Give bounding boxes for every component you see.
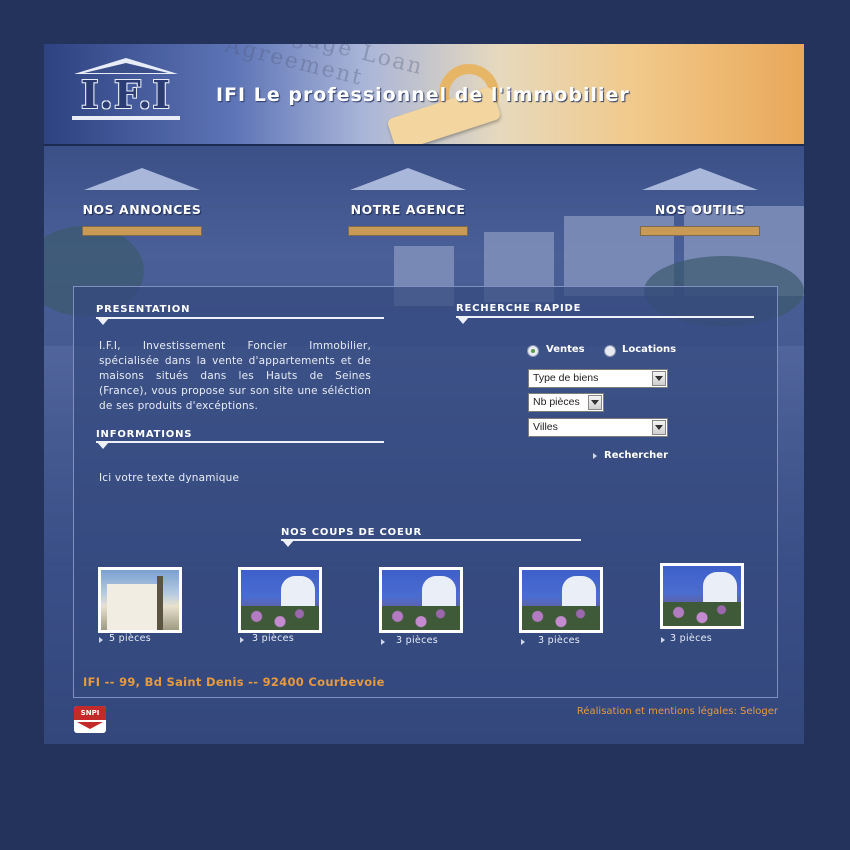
favorite-label[interactable]: 5 pièces (109, 633, 151, 644)
arrow-right-icon (99, 637, 103, 643)
nav-outils[interactable]: NOS OUTILS (638, 168, 762, 238)
villes-select[interactable]: Villes (528, 418, 668, 437)
type-de-biens-select[interactable]: Type de biens (528, 369, 668, 388)
informations-title: INFORMATIONS (96, 429, 193, 440)
radio-locations[interactable] (604, 345, 616, 357)
site-tagline: IFI Le professionnel de l'immobilier (216, 84, 630, 106)
nav-bar[interactable] (82, 226, 202, 236)
section-divider (281, 539, 581, 541)
section-divider (96, 317, 384, 319)
nav-label[interactable]: NOS ANNONCES (80, 202, 204, 217)
nav-agence[interactable]: NOTRE AGENCE (346, 168, 470, 238)
section-divider (456, 316, 754, 318)
nav-triangle-icon (350, 168, 466, 190)
section-arrow-icon (97, 442, 109, 449)
nb-pieces-select[interactable]: Nb pièces (528, 393, 604, 412)
nav-bar[interactable] (348, 226, 468, 236)
nav-triangle-icon (642, 168, 758, 190)
radio-ventes-label[interactable]: Ventes (546, 344, 585, 355)
presentation-text: I.F.I, Investissement Foncier Immobilier… (99, 340, 371, 412)
select-value: Nb pièces (533, 396, 580, 408)
favorite-label[interactable]: 3 pièces (396, 635, 438, 646)
palm-tree (157, 576, 163, 630)
site-header: Mortgage Loan Agreement I.F.I IFI Le pro… (44, 44, 804, 146)
arrow-right-icon (381, 639, 385, 645)
flowers-photo (663, 602, 741, 626)
nav-label[interactable]: NOTRE AGENCE (346, 202, 470, 217)
section-arrow-icon (97, 318, 109, 325)
agency-address: IFI -- 99, Bd Saint Denis -- 92400 Courb… (83, 675, 385, 689)
nav-bar[interactable] (640, 226, 760, 236)
chevron-down-icon[interactable] (652, 371, 666, 386)
nav-label[interactable]: NOS OUTILS (638, 202, 762, 217)
chevron-down-icon[interactable] (652, 420, 666, 435)
arrow-right-icon (661, 637, 665, 643)
search-title: RECHERCHE RAPIDE (456, 303, 582, 314)
section-arrow-icon (282, 540, 294, 547)
favorite-thumb-2[interactable] (238, 567, 322, 633)
arrow-right-icon (521, 639, 525, 645)
logo-text: I.F.I (80, 72, 172, 117)
favorite-label[interactable]: 3 pièces (670, 633, 712, 644)
favorite-label[interactable]: 3 pièces (538, 635, 580, 646)
radio-locations-label[interactable]: Locations (622, 344, 676, 355)
presentation-title: PRESENTATION (96, 304, 191, 315)
nav-triangle-icon (84, 168, 200, 190)
logo-base (72, 116, 180, 120)
villa-photo (107, 584, 157, 630)
snpi-logo[interactable]: SNPI (74, 706, 106, 733)
search-button[interactable]: Rechercher (604, 450, 668, 461)
paper-document-background: Mortgage Loan Agreement (222, 44, 427, 92)
select-value: Villes (533, 421, 558, 433)
favorite-thumb-4[interactable] (519, 567, 603, 633)
credits-link[interactable]: Réalisation et mentions légales: Seloger (577, 706, 778, 717)
arrow-right-icon (240, 637, 244, 643)
nav-annonces[interactable]: NOS ANNONCES (80, 168, 204, 238)
select-value: Type de biens (533, 372, 599, 384)
arrow-right-icon (593, 453, 597, 459)
flowers-photo (241, 606, 319, 630)
favorite-thumb-1[interactable] (98, 567, 182, 633)
content-panel: PRESENTATION I.F.I, Investissement Fonci… (73, 286, 778, 698)
section-arrow-icon (457, 317, 469, 324)
favorites-title: NOS COUPS DE COEUR (281, 527, 423, 538)
informations-text: Ici votre texte dynamique (99, 472, 240, 484)
flowers-photo (522, 606, 600, 630)
ifi-logo[interactable]: I.F.I (70, 58, 182, 122)
radio-ventes[interactable] (527, 345, 539, 357)
snpi-logo-text: SNPI (80, 709, 100, 717)
section-divider (96, 441, 384, 443)
snpi-roof-icon (77, 722, 103, 729)
favorite-thumb-3[interactable] (379, 567, 463, 633)
favorite-thumb-5[interactable] (660, 563, 744, 629)
site-frame: Mortgage Loan Agreement I.F.I IFI Le pro… (44, 44, 804, 744)
favorite-label[interactable]: 3 pièces (252, 633, 294, 644)
chevron-down-icon[interactable] (588, 395, 602, 410)
flowers-photo (382, 606, 460, 630)
